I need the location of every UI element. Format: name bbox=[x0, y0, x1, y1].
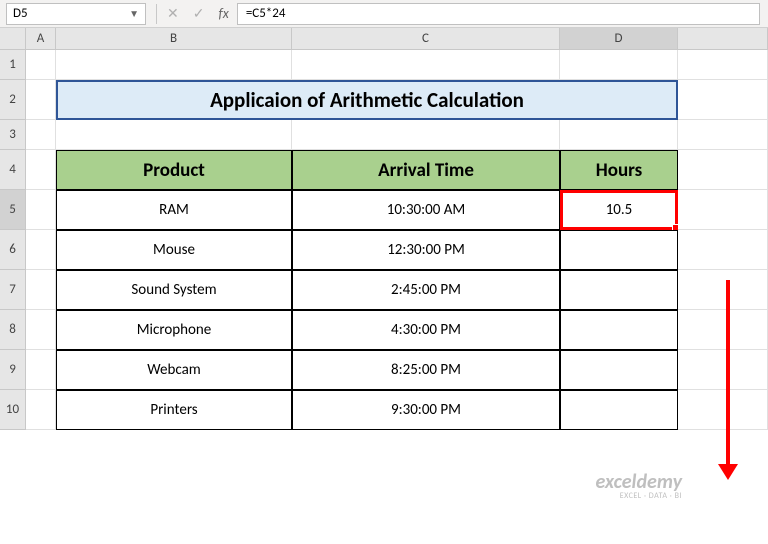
row-head-6[interactable]: 6 bbox=[0, 230, 26, 270]
cell-e3[interactable] bbox=[678, 120, 768, 150]
watermark: exceldemy EXCEL · DATA · BI bbox=[596, 472, 682, 500]
cell-e4[interactable] bbox=[678, 150, 768, 190]
header-hours[interactable]: Hours bbox=[560, 150, 678, 190]
spreadsheet-grid: A B C D bbox=[0, 28, 768, 50]
col-head-b[interactable]: B bbox=[56, 28, 292, 50]
row-head-1[interactable]: 1 bbox=[0, 50, 26, 80]
cell-product-6[interactable]: Mouse bbox=[56, 230, 292, 270]
cell-a6[interactable] bbox=[26, 230, 56, 270]
cell-hours-9[interactable] bbox=[560, 350, 678, 390]
cell-a8[interactable] bbox=[26, 310, 56, 350]
cell-hours-5[interactable]: 10.5 bbox=[560, 190, 678, 230]
row-head-8[interactable]: 8 bbox=[0, 310, 26, 350]
fx-icon[interactable]: fx bbox=[218, 5, 228, 22]
formula-text: =C5*24 bbox=[246, 6, 286, 21]
cell-arrival-6[interactable]: 12:30:00 PM bbox=[292, 230, 560, 270]
drag-down-arrow-icon bbox=[726, 280, 730, 466]
cancel-icon[interactable]: ✕ bbox=[167, 5, 179, 22]
header-product[interactable]: Product bbox=[56, 150, 292, 190]
cell-e8[interactable] bbox=[678, 310, 768, 350]
cell-e5[interactable] bbox=[678, 190, 768, 230]
cell-b1[interactable] bbox=[56, 50, 292, 80]
row-head-10[interactable]: 10 bbox=[0, 390, 26, 430]
cell-product-5[interactable]: RAM bbox=[56, 190, 292, 230]
col-head-a[interactable]: A bbox=[26, 28, 56, 50]
col-head-c[interactable]: C bbox=[292, 28, 560, 50]
row-head-5[interactable]: 5 bbox=[0, 190, 26, 230]
cell-a5[interactable] bbox=[26, 190, 56, 230]
watermark-brand: exceldemy bbox=[596, 472, 682, 492]
cell-a4[interactable] bbox=[26, 150, 56, 190]
header-arrival[interactable]: Arrival Time bbox=[292, 150, 560, 190]
cell-arrival-7[interactable]: 2:45:00 PM bbox=[292, 270, 560, 310]
cell-arrival-10[interactable]: 9:30:00 PM bbox=[292, 390, 560, 430]
cell-hours-8[interactable] bbox=[560, 310, 678, 350]
cell-product-8[interactable]: Microphone bbox=[56, 310, 292, 350]
row-head-4[interactable]: 4 bbox=[0, 150, 26, 190]
cell-a2[interactable] bbox=[26, 80, 56, 120]
cell-a1[interactable] bbox=[26, 50, 56, 80]
cell-product-9[interactable]: Webcam bbox=[56, 350, 292, 390]
cell-d1[interactable] bbox=[560, 50, 678, 80]
formula-bar-icons: ✕ ✓ fx bbox=[167, 5, 229, 22]
cell-product-10[interactable]: Printers bbox=[56, 390, 292, 430]
title-cell[interactable]: Applicaion of Arithmetic Calculation bbox=[56, 80, 678, 120]
cell-reference: D5 bbox=[13, 6, 28, 21]
enter-icon[interactable]: ✓ bbox=[193, 5, 205, 22]
cell-hours-7[interactable] bbox=[560, 270, 678, 310]
cell-c3[interactable] bbox=[292, 120, 560, 150]
cell-e10[interactable] bbox=[678, 390, 768, 430]
cell-e9[interactable] bbox=[678, 350, 768, 390]
cell-e7[interactable] bbox=[678, 270, 768, 310]
separator bbox=[156, 4, 157, 24]
cell-a3[interactable] bbox=[26, 120, 56, 150]
cell-hours-10[interactable] bbox=[560, 390, 678, 430]
cell-e6[interactable] bbox=[678, 230, 768, 270]
cell-c1[interactable] bbox=[292, 50, 560, 80]
col-head-d[interactable]: D bbox=[560, 28, 678, 50]
col-head-blank[interactable] bbox=[678, 28, 768, 50]
cell-a7[interactable] bbox=[26, 270, 56, 310]
cell-a9[interactable] bbox=[26, 350, 56, 390]
cell-product-7[interactable]: Sound System bbox=[56, 270, 292, 310]
row-head-2[interactable]: 2 bbox=[0, 80, 26, 120]
cell-arrival-8[interactable]: 4:30:00 PM bbox=[292, 310, 560, 350]
formula-bar: D5 ▼ ✕ ✓ fx =C5*24 bbox=[0, 0, 768, 28]
row-head-9[interactable]: 9 bbox=[0, 350, 26, 390]
row-head-3[interactable]: 3 bbox=[0, 120, 26, 150]
name-box[interactable]: D5 ▼ bbox=[6, 3, 146, 25]
cell-a10[interactable] bbox=[26, 390, 56, 430]
cell-e2[interactable] bbox=[678, 80, 768, 120]
cell-b3[interactable] bbox=[56, 120, 292, 150]
chevron-down-icon[interactable]: ▼ bbox=[129, 7, 139, 20]
cell-arrival-5[interactable]: 10:30:00 AM bbox=[292, 190, 560, 230]
cell-arrival-9[interactable]: 8:25:00 PM bbox=[292, 350, 560, 390]
cell-e1[interactable] bbox=[678, 50, 768, 80]
cell-d3[interactable] bbox=[560, 120, 678, 150]
formula-input[interactable]: =C5*24 bbox=[237, 3, 760, 25]
cell-hours-5-value: 10.5 bbox=[606, 201, 633, 219]
select-all-corner[interactable] bbox=[0, 28, 26, 50]
cell-hours-6[interactable] bbox=[560, 230, 678, 270]
row-head-7[interactable]: 7 bbox=[0, 270, 26, 310]
